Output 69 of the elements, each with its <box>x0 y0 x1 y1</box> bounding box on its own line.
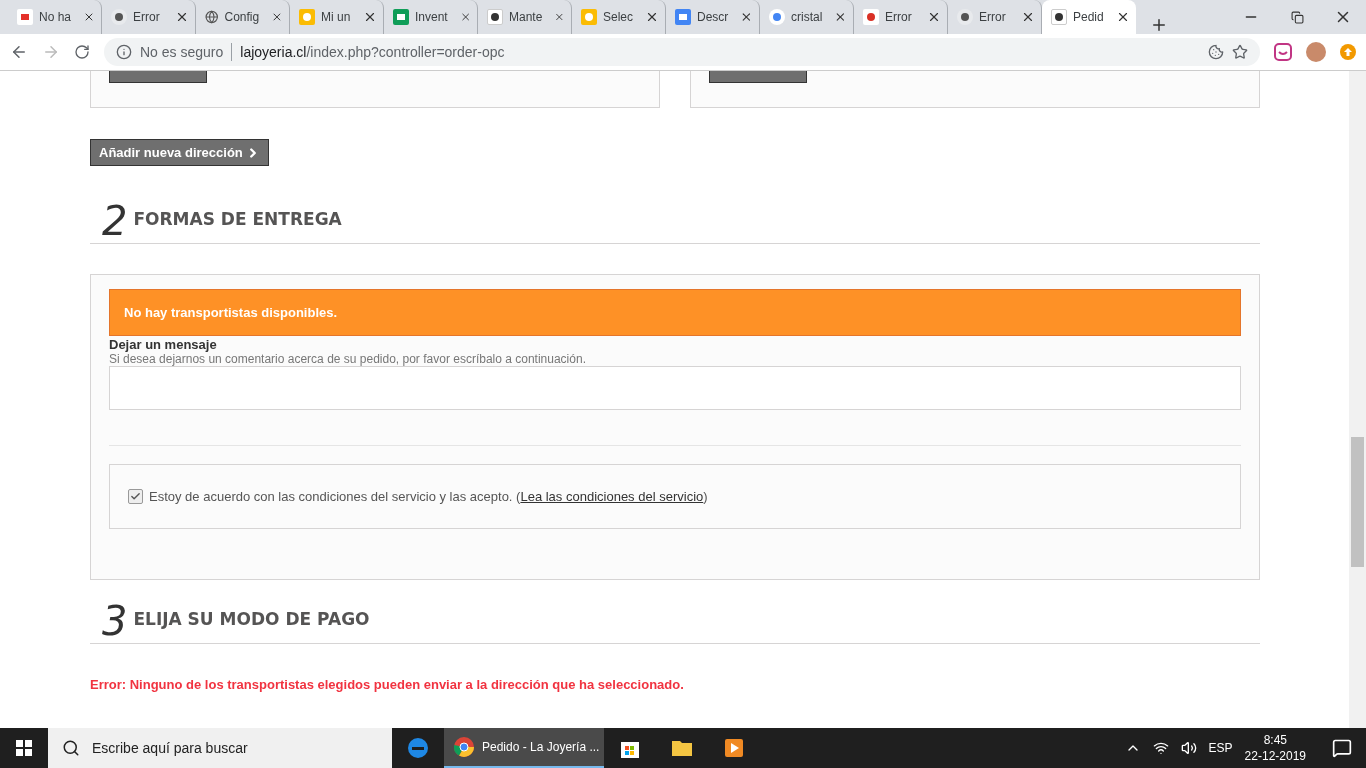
section-title: FORMAS DE ENTREGA <box>133 209 342 229</box>
tab-title: Invent <box>415 10 448 24</box>
volume-icon[interactable] <box>1180 740 1197 756</box>
reload-icon[interactable] <box>74 44 90 60</box>
taskbar-app[interactable]: Pedido - La Joyería ... <box>444 728 604 768</box>
wifi-icon[interactable] <box>1152 740 1169 756</box>
site-icon <box>393 9 409 25</box>
tab-title: Error <box>133 10 160 24</box>
chrome-icon <box>454 737 474 757</box>
warning-alert: No hay transportistas disponibles. <box>109 289 1241 336</box>
close-icon[interactable] <box>740 10 753 24</box>
tab-title: Mi un <box>321 10 351 24</box>
tab-title: Selec <box>603 10 634 24</box>
site-icon <box>769 9 785 25</box>
tab-title: Error <box>885 10 912 24</box>
url-text: lajoyeria.cl/index.php?controller=order-opc <box>240 44 505 60</box>
address-bar[interactable]: No es seguro lajoyeria.cl/index.php?controller=order-opc <box>104 38 1260 66</box>
security-label: No es seguro <box>140 44 224 60</box>
terms-link[interactable]: Lea las condiciones del servicio <box>520 489 704 504</box>
restore-icon[interactable] <box>1290 10 1304 24</box>
site-icon <box>863 9 879 25</box>
taskbar-search[interactable]: Escribe aquí para buscar <box>48 728 392 768</box>
close-icon[interactable] <box>1021 10 1035 24</box>
globe-icon <box>205 9 219 25</box>
section-title: ELIJA SU MODO DE PAGO <box>133 609 370 629</box>
error-message: Error: Ninguno de los transportistas elegidos pueden enviar a la dirección que ha seleccionado. <box>90 677 685 692</box>
browser-tab[interactable]: Pedid <box>1042 0 1136 34</box>
video-app-icon[interactable] <box>724 738 744 758</box>
clock[interactable]: 8:45 22-12-2019 <box>1244 732 1306 764</box>
close-icon[interactable] <box>1116 10 1130 24</box>
avatar-icon[interactable] <box>1306 42 1326 62</box>
close-icon[interactable] <box>363 10 377 24</box>
site-icon <box>957 9 973 25</box>
site-icon <box>675 9 691 25</box>
folder-icon[interactable] <box>671 738 693 758</box>
tab-title: Descr <box>697 10 729 24</box>
add-address-button[interactable]: Añadir nueva dirección <box>90 139 269 166</box>
site-icon <box>111 9 127 25</box>
close-icon[interactable] <box>645 10 659 24</box>
notifications-icon[interactable] <box>1332 738 1352 758</box>
back-icon[interactable] <box>10 43 28 61</box>
search-icon <box>62 739 80 757</box>
bookmark-star-icon[interactable] <box>1232 44 1248 60</box>
message-hint: Si desea dejarnos un comentario acerca de su pedido, por favor escríbalo a continuación. <box>109 352 587 366</box>
step-number: 3 <box>102 601 128 641</box>
site-icon <box>581 9 597 25</box>
site-icon <box>299 9 315 25</box>
extension-icon[interactable] <box>1274 43 1292 61</box>
tab-title: Error <box>979 10 1006 24</box>
terms-text: Estoy de acuerdo con las condiciones del servicio y las acepto. (Lea las condiciones del servicio) <box>149 489 708 504</box>
step-number: 2 <box>102 201 128 241</box>
windows-icon[interactable] <box>16 740 32 756</box>
edge-icon[interactable] <box>407 737 429 759</box>
language-indicator[interactable]: ESP <box>1208 741 1233 755</box>
tab-title: No ha <box>39 10 72 24</box>
site-icon <box>17 9 33 25</box>
site-icon <box>1051 9 1067 25</box>
info-icon <box>116 44 132 60</box>
cookie-icon[interactable] <box>1208 44 1224 60</box>
tab-title: Pedid <box>1073 10 1104 24</box>
tab-title: Config <box>224 10 260 24</box>
close-icon[interactable] <box>927 10 941 24</box>
close-icon[interactable] <box>175 10 189 24</box>
tab-title: Mante <box>509 10 543 24</box>
new-tab-icon[interactable] <box>1150 16 1168 34</box>
tab-title: cristal <box>791 10 823 24</box>
site-icon <box>487 9 503 25</box>
message-label: Dejar un mensaje <box>109 337 218 352</box>
close-icon[interactable] <box>834 10 847 24</box>
